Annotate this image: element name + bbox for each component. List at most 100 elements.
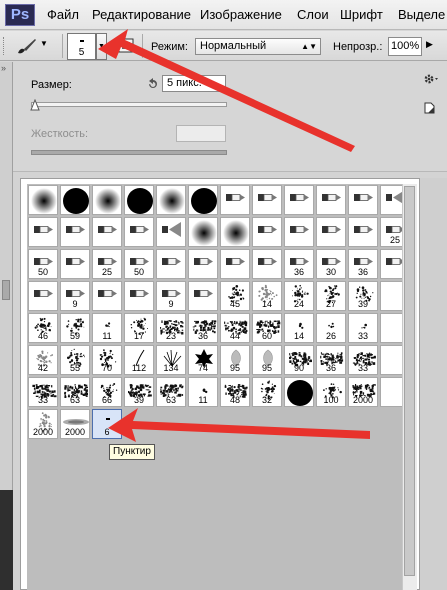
brush-preset-cell[interactable] — [316, 185, 346, 215]
brush-preset-cell[interactable]: 23 — [156, 313, 186, 343]
opacity-input[interactable]: 100% — [388, 37, 422, 56]
brush-preset-cell[interactable]: 55 — [60, 345, 90, 375]
brush-preset-cell[interactable]: 17 — [124, 313, 154, 343]
brush-preset-cell[interactable] — [60, 217, 90, 247]
brush-preset-cell[interactable]: 32 — [252, 377, 282, 407]
brush-preset-cell[interactable]: 27 — [316, 281, 346, 311]
brush-preset-cell[interactable]: 59 — [60, 313, 90, 343]
brush-preset-cell[interactable] — [220, 217, 250, 247]
scrollbar-thumb[interactable] — [404, 186, 415, 576]
brush-preset-cell[interactable]: 11 — [92, 313, 122, 343]
size-input[interactable]: 5 пикс. — [162, 75, 226, 92]
brush-preset-cell[interactable]: 74 — [188, 345, 218, 375]
brush-preset-cell[interactable]: 33 — [348, 345, 378, 375]
brush-preset-cell[interactable]: 55 — [284, 377, 314, 407]
brush-preset-cell[interactable] — [28, 185, 58, 215]
brush-preset-cell[interactable]: 42 — [28, 345, 58, 375]
brush-preset-cell[interactable] — [60, 185, 90, 215]
brush-preset-cell[interactable]: 70 — [92, 345, 122, 375]
brush-preset-cell[interactable]: 25 — [92, 249, 122, 279]
brush-preset-cell[interactable]: 24 — [284, 281, 314, 311]
brush-preset-cell[interactable] — [284, 217, 314, 247]
brush-preset-cell[interactable] — [220, 185, 250, 215]
brush-preset-cell[interactable]: 30 — [316, 249, 346, 279]
reset-size-icon[interactable] — [146, 78, 160, 94]
brush-preset-cell[interactable]: 112 — [124, 345, 154, 375]
panel-tab[interactable] — [2, 280, 10, 300]
brush-preset-cell[interactable]: 14 — [252, 281, 282, 311]
brush-preset-cell[interactable]: 39 — [348, 281, 378, 311]
brush-preset-cell[interactable]: 50 — [124, 249, 154, 279]
brush-preset-cell[interactable] — [60, 249, 90, 279]
menu-image[interactable]: Изображение — [200, 7, 282, 22]
menu-file[interactable]: Файл — [47, 7, 79, 22]
brush-preset-cell[interactable]: 2000 — [60, 409, 90, 439]
brush-preset-cell[interactable] — [124, 281, 154, 311]
menu-type[interactable]: Шрифт — [340, 7, 383, 22]
brush-preset-cell[interactable]: 39 — [124, 377, 154, 407]
brush-preset-cell[interactable]: 95 — [252, 345, 282, 375]
brush-preset-cell[interactable]: 50 — [28, 249, 58, 279]
brush-preset-cell[interactable] — [124, 185, 154, 215]
gear-icon[interactable] — [423, 72, 439, 89]
brush-preset-cell[interactable] — [188, 185, 218, 215]
brush-preset-picker-button[interactable]: 5 — [67, 33, 96, 60]
brush-preset-cell[interactable] — [124, 217, 154, 247]
brush-preset-cell[interactable] — [92, 185, 122, 215]
brush-preset-cell[interactable]: 63 — [156, 377, 186, 407]
brush-preset-cell[interactable]: 6 — [92, 409, 122, 439]
brush-preset-cell[interactable] — [188, 217, 218, 247]
new-preset-icon[interactable] — [422, 101, 436, 118]
mode-select[interactable]: Нормальный ▲▼ — [195, 38, 321, 55]
chevron-down-icon[interactable]: ▼ — [96, 33, 107, 60]
brush-preset-cell[interactable] — [156, 185, 186, 215]
brush-preset-cell[interactable] — [28, 281, 58, 311]
brush-preset-cell[interactable]: 9 — [156, 281, 186, 311]
brush-preset-cell[interactable]: 33 — [28, 377, 58, 407]
brush-preset-cell[interactable]: 36 — [284, 249, 314, 279]
brush-preset-cell[interactable] — [92, 281, 122, 311]
brush-preset-cell[interactable]: 44 — [220, 313, 250, 343]
brush-preset-cell[interactable] — [156, 217, 186, 247]
brush-preset-cell[interactable]: 26 — [316, 313, 346, 343]
brush-tool-icon[interactable] — [14, 36, 38, 59]
brush-panel-toggle-icon[interactable] — [118, 38, 136, 57]
brush-preset-cell[interactable]: 2000 — [28, 409, 58, 439]
brush-preset-cell[interactable]: 36 — [188, 313, 218, 343]
brush-preset-cell[interactable] — [252, 217, 282, 247]
brush-preset-cell[interactable]: 33 — [348, 313, 378, 343]
opacity-dropdown-icon[interactable]: ▶ — [426, 39, 433, 50]
menu-layers[interactable]: Слои — [297, 7, 329, 22]
brush-preset-cell[interactable]: 36 — [348, 249, 378, 279]
brush-preset-cell[interactable]: 100 — [316, 377, 346, 407]
brush-preset-cell[interactable]: 134 — [156, 345, 186, 375]
brush-preset-cell[interactable]: 60 — [252, 313, 282, 343]
brush-preset-cell[interactable]: 48 — [220, 377, 250, 407]
menu-select[interactable]: Выделе — [398, 7, 445, 22]
brush-preset-cell[interactable]: 90 — [284, 345, 314, 375]
brush-preset-cell[interactable]: 45 — [220, 281, 250, 311]
brush-preset-cell[interactable] — [252, 185, 282, 215]
brush-preset-cell[interactable] — [188, 249, 218, 279]
brush-preset-cell[interactable] — [284, 185, 314, 215]
brush-preset-cell[interactable] — [252, 249, 282, 279]
brush-preset-cell[interactable]: 46 — [28, 313, 58, 343]
brush-preset-cell[interactable]: 2000 — [348, 377, 378, 407]
brush-preset-cell[interactable] — [220, 249, 250, 279]
brush-preset-cell[interactable] — [316, 217, 346, 247]
menu-edit[interactable]: Редактирование — [92, 7, 191, 22]
brush-preset-cell[interactable]: 63 — [60, 377, 90, 407]
tool-preset-arrow-icon[interactable]: ▼ — [40, 39, 48, 48]
brush-preset-cell[interactable] — [28, 217, 58, 247]
brush-preset-cell[interactable]: 11 — [188, 377, 218, 407]
brush-preset-cell[interactable]: 14 — [284, 313, 314, 343]
brush-preset-cell[interactable]: 36 — [316, 345, 346, 375]
collapse-icon[interactable]: » — [1, 63, 6, 73]
brush-preset-cell[interactable] — [156, 249, 186, 279]
size-slider[interactable] — [31, 102, 227, 107]
size-slider-handle[interactable] — [30, 98, 40, 114]
brush-preset-cell[interactable] — [348, 185, 378, 215]
brush-preset-cell[interactable]: 95 — [220, 345, 250, 375]
brush-preset-cell[interactable]: 66 — [92, 377, 122, 407]
brush-preset-cell[interactable] — [92, 217, 122, 247]
